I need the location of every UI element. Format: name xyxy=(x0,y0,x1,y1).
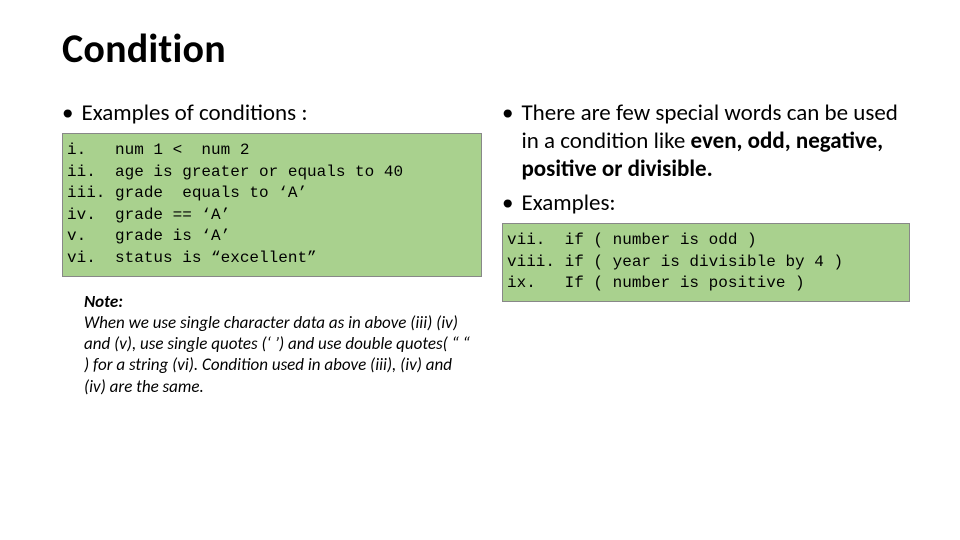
note-body: When we use single character data as in … xyxy=(84,312,470,397)
left-column: • Examples of conditions : i. num 1 < nu… xyxy=(62,99,482,397)
note-block: Note: When we use single character data … xyxy=(84,291,472,397)
columns: • Examples of conditions : i. num 1 < nu… xyxy=(62,99,910,397)
bullet-dot: • xyxy=(502,189,521,217)
right-bullet-1-text: There are few special words can be used … xyxy=(521,99,910,183)
right-bullet-2-text: Examples: xyxy=(521,189,615,217)
left-bullet-text: Examples of conditions : xyxy=(81,99,307,127)
right-bullet-2: • Examples: xyxy=(502,189,910,217)
bullet-dot: • xyxy=(62,99,81,127)
left-bullet: • Examples of conditions : xyxy=(62,99,482,127)
right-column: • There are few special words can be use… xyxy=(502,99,910,397)
note-label: Note: xyxy=(84,291,123,312)
right-code-box: vii. if ( number is odd ) viii. if ( yea… xyxy=(502,223,910,302)
slide-title: Condition xyxy=(62,24,910,73)
bullet-dot: • xyxy=(502,99,521,183)
left-code-box: i. num 1 < num 2 ii. age is greater or e… xyxy=(62,133,482,277)
right-bullet-1: • There are few special words can be use… xyxy=(502,99,910,183)
slide: Condition • Examples of conditions : i. … xyxy=(0,0,960,540)
